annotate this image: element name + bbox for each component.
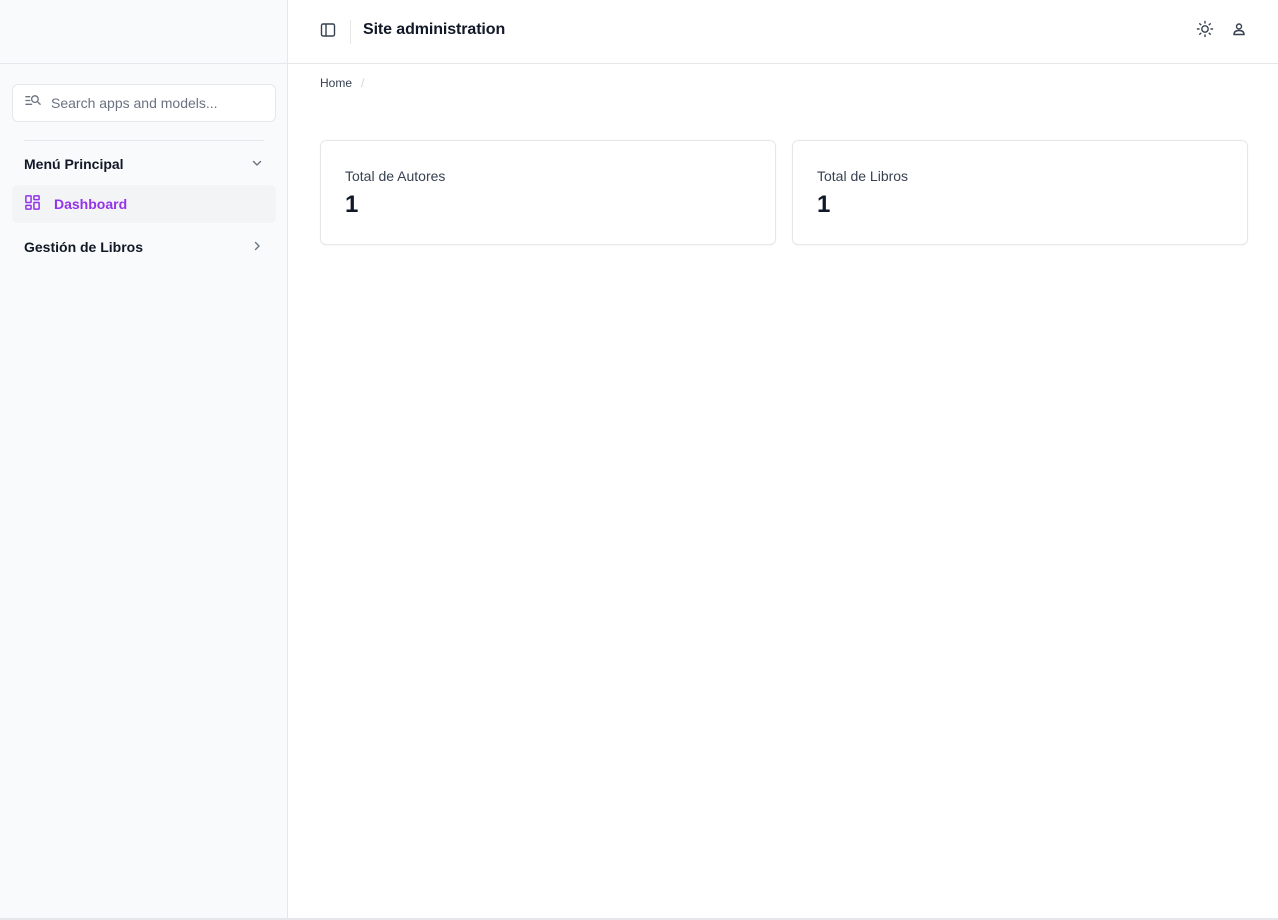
breadcrumb-home-link[interactable]: Home [320, 76, 352, 90]
sidebar-toggle-button[interactable] [318, 22, 338, 42]
theme-toggle-button[interactable] [1195, 20, 1215, 43]
user-icon [1231, 21, 1247, 42]
sidebar-item-dashboard[interactable]: Dashboard [12, 185, 276, 223]
header-divider [350, 20, 351, 44]
chevron-right-icon [250, 239, 264, 256]
breadcrumb-separator: / [361, 76, 365, 90]
chevron-down-icon [250, 156, 264, 173]
sidebar-toggle-icon [320, 22, 336, 43]
user-menu-button[interactable] [1229, 21, 1249, 41]
sidebar-group-gestion-libros[interactable]: Gestión de Libros [12, 228, 276, 266]
stat-card-total-libros: Total de Libros 1 [792, 140, 1248, 245]
main-content: Site administration Home / Total de Auto… [288, 0, 1278, 920]
sidebar-group-label: Gestión de Libros [24, 239, 144, 255]
page-title: Site administration [363, 21, 506, 38]
sidebar-group-label: Menú Principal [24, 156, 124, 172]
sidebar-group-menu-principal[interactable]: Menú Principal [12, 145, 276, 183]
sidebar-item-label: Dashboard [54, 196, 128, 212]
sidebar-header [0, 0, 287, 64]
search-icon [25, 92, 42, 114]
sidebar-divider [24, 140, 264, 141]
app-root: Menú Principal Dashboard Gestión de Libr… [0, 0, 1278, 920]
search-box[interactable] [12, 84, 276, 122]
breadcrumb: Home / [320, 76, 364, 90]
stat-card-total-autores: Total de Autores 1 [320, 140, 776, 245]
stat-card-label: Total de Libros [817, 168, 909, 184]
sun-icon [1196, 20, 1214, 43]
stat-card-label: Total de Autores [345, 168, 446, 184]
dashboard-icon [24, 194, 54, 214]
stat-card-value: 1 [345, 191, 359, 218]
sidebar: Menú Principal Dashboard Gestión de Libr… [0, 0, 288, 920]
search-input[interactable] [51, 95, 261, 111]
stat-card-value: 1 [817, 191, 831, 218]
top-header: Site administration [288, 0, 1278, 64]
